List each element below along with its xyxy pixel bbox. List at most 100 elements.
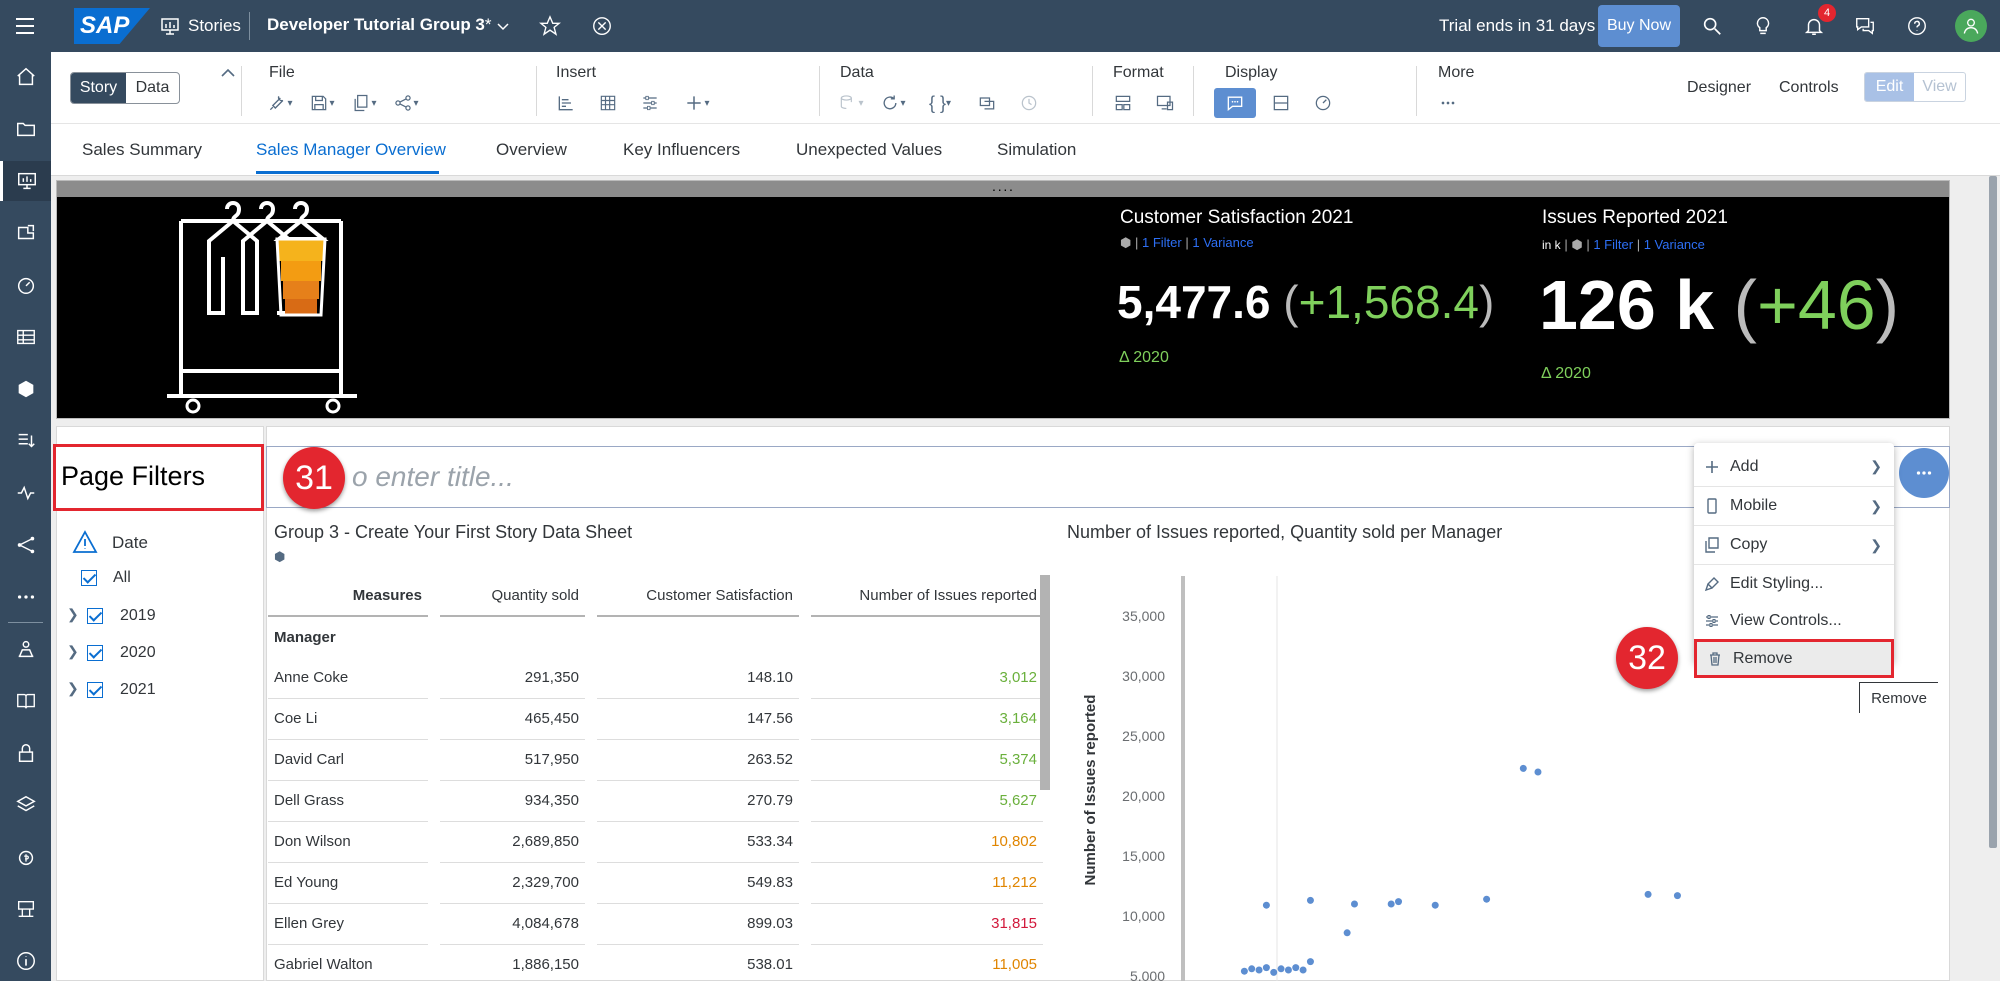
story-title[interactable]: Developer Tutorial Group 3* [267, 15, 492, 35]
cell-issues-reported[interactable]: 3,012 [811, 657, 1043, 699]
buy-now-button[interactable]: Buy Now [1598, 5, 1680, 47]
table-row[interactable]: Ed Young 2,329,700 549.83 11,212 [268, 862, 1043, 904]
table-row[interactable]: Coe Li 465,450 147.56 3,164 [268, 698, 1043, 740]
column-header-quantity-sold[interactable]: Quantity sold [440, 575, 585, 617]
data-point[interactable] [1431, 901, 1439, 909]
edit-mode-button[interactable]: Edit [1865, 73, 1915, 101]
cell-issues-reported[interactable]: 3,164 [811, 698, 1043, 740]
grid-view-icon[interactable] [1264, 88, 1298, 118]
cell-manager-name[interactable]: Dell Grass [268, 780, 428, 822]
close-circle-icon[interactable] [591, 15, 613, 37]
cell-customer-satisfaction[interactable]: 263.52 [597, 739, 799, 781]
lightbulb-icon[interactable] [1752, 14, 1774, 38]
column-header-issues-reported[interactable]: Number of Issues reported [811, 575, 1043, 617]
chart-icon[interactable] [549, 88, 583, 118]
column-header-measures[interactable]: Measures [268, 575, 428, 617]
cell-customer-satisfaction[interactable]: 549.83 [597, 862, 799, 904]
table-row[interactable]: David Carl 517,950 263.52 5,374 [268, 739, 1043, 781]
tab-key-influencers[interactable]: Key Influencers [623, 140, 740, 160]
cell-issues-reported[interactable]: 31,815 [811, 903, 1043, 945]
table-row[interactable]: Gabriel Walton 1,886,150 538.01 11,005 [268, 944, 1043, 981]
learning-icon[interactable] [0, 681, 51, 721]
help-icon[interactable] [1906, 15, 1928, 37]
cell-manager-name[interactable]: Anne Coke [268, 657, 428, 699]
copy-page-icon[interactable]: ▾ [347, 88, 381, 118]
data-point[interactable] [1644, 890, 1652, 898]
data-point[interactable] [1519, 764, 1527, 772]
sap-logo[interactable]: SAP [74, 8, 150, 44]
financial-icon[interactable] [0, 837, 51, 877]
cell-issues-reported[interactable]: 5,374 [811, 739, 1043, 781]
table-row[interactable]: Anne Coke 291,350 148.10 3,012 [268, 657, 1043, 699]
chevron-right-icon[interactable]: ❯ [67, 680, 79, 697]
cell-quantity-sold[interactable]: 934,350 [440, 780, 585, 822]
formula-braces-icon[interactable]: { } ▾ [918, 88, 962, 118]
organization-icon[interactable] [0, 629, 51, 669]
data-point[interactable] [1284, 966, 1292, 974]
data-point[interactable] [1673, 892, 1681, 900]
add-plus-icon[interactable]: ▾ [675, 88, 719, 118]
stories-link[interactable]: Stories [188, 16, 241, 36]
more-overflow-icon[interactable] [1431, 88, 1465, 118]
stories-icon[interactable] [160, 16, 180, 36]
device-preview-icon[interactable] [1148, 88, 1182, 118]
predictive-icon[interactable] [0, 369, 51, 409]
filter-checkbox-all[interactable] [81, 570, 97, 586]
cell-customer-satisfaction[interactable]: 148.10 [597, 657, 799, 699]
data-point[interactable] [1483, 895, 1491, 903]
menu-item-remove[interactable]: Remove [1694, 639, 1894, 678]
tab-overview[interactable]: Overview [496, 140, 567, 160]
search-icon[interactable] [1701, 15, 1723, 37]
cell-quantity-sold[interactable]: 2,329,700 [440, 862, 585, 904]
data-point[interactable] [1262, 964, 1270, 972]
cell-issues-reported[interactable]: 11,005 [811, 944, 1043, 981]
widget-title-placeholder[interactable]: o enter title... [352, 461, 514, 493]
info-icon[interactable] [0, 941, 51, 981]
data-point[interactable] [1270, 968, 1278, 976]
table-row[interactable]: Dell Grass 934,350 270.79 5,627 [268, 780, 1043, 822]
cell-manager-name[interactable]: Ed Young [268, 862, 428, 904]
cell-manager-name[interactable]: Ellen Grey [268, 903, 428, 945]
menu-item-mobile[interactable]: Mobile ❯ [1694, 486, 1894, 525]
home-icon[interactable] [0, 57, 51, 97]
cell-issues-reported[interactable]: 10,802 [811, 821, 1043, 863]
designer-button[interactable]: Designer [1687, 79, 1751, 97]
input-control-icon[interactable] [633, 88, 667, 118]
user-avatar[interactable] [1955, 10, 1987, 42]
menu-item-view-controls[interactable]: View Controls... [1694, 601, 1894, 640]
data-point[interactable] [1277, 965, 1285, 973]
linked-analysis-icon[interactable] [970, 88, 1004, 118]
view-mode-button[interactable]: View [1914, 73, 1965, 101]
cell-customer-satisfaction[interactable]: 147.56 [597, 698, 799, 740]
widget-more-button[interactable] [1899, 448, 1949, 498]
tools-wrench-icon[interactable]: ▾ [263, 88, 297, 118]
kpi1-variance-link[interactable]: 1 Variance [1192, 235, 1253, 250]
tab-sales-summary[interactable]: Sales Summary [82, 140, 202, 160]
story-mode-button[interactable]: Story [71, 73, 126, 103]
cell-quantity-sold[interactable]: 291,350 [440, 657, 585, 699]
controls-button[interactable]: Controls [1779, 79, 1839, 97]
filter-dimension-date[interactable]: Date [112, 533, 148, 553]
transport-icon[interactable] [0, 785, 51, 825]
cell-issues-reported[interactable]: 11,212 [811, 862, 1043, 904]
chevron-right-icon[interactable]: ❯ [67, 606, 79, 623]
more-icon[interactable] [0, 577, 51, 617]
data-point[interactable] [1387, 900, 1395, 908]
filter-checkbox-2019[interactable] [87, 608, 103, 624]
share-icon[interactable]: ▾ [389, 88, 423, 118]
header-tile[interactable]: ···· Customer Satisfaction 2021 ⬢ | 1 Fi… [56, 180, 1950, 419]
canvas-scrollbar[interactable] [1989, 176, 1997, 848]
data-source-icon[interactable]: ▾ [834, 88, 868, 118]
menu-icon[interactable] [13, 14, 37, 38]
performance-gauge-icon[interactable] [1306, 88, 1340, 118]
tab-unexpected-values[interactable]: Unexpected Values [796, 140, 942, 160]
data-point[interactable] [1343, 929, 1351, 937]
data-point[interactable] [1350, 900, 1358, 908]
history-icon[interactable] [1012, 88, 1046, 118]
save-icon[interactable]: ▾ [305, 88, 339, 118]
layout-icon[interactable] [1106, 88, 1140, 118]
filter-checkbox-2021[interactable] [87, 682, 103, 698]
cell-customer-satisfaction[interactable]: 533.34 [597, 821, 799, 863]
data-point[interactable] [1240, 967, 1248, 975]
cell-quantity-sold[interactable]: 517,950 [440, 739, 585, 781]
